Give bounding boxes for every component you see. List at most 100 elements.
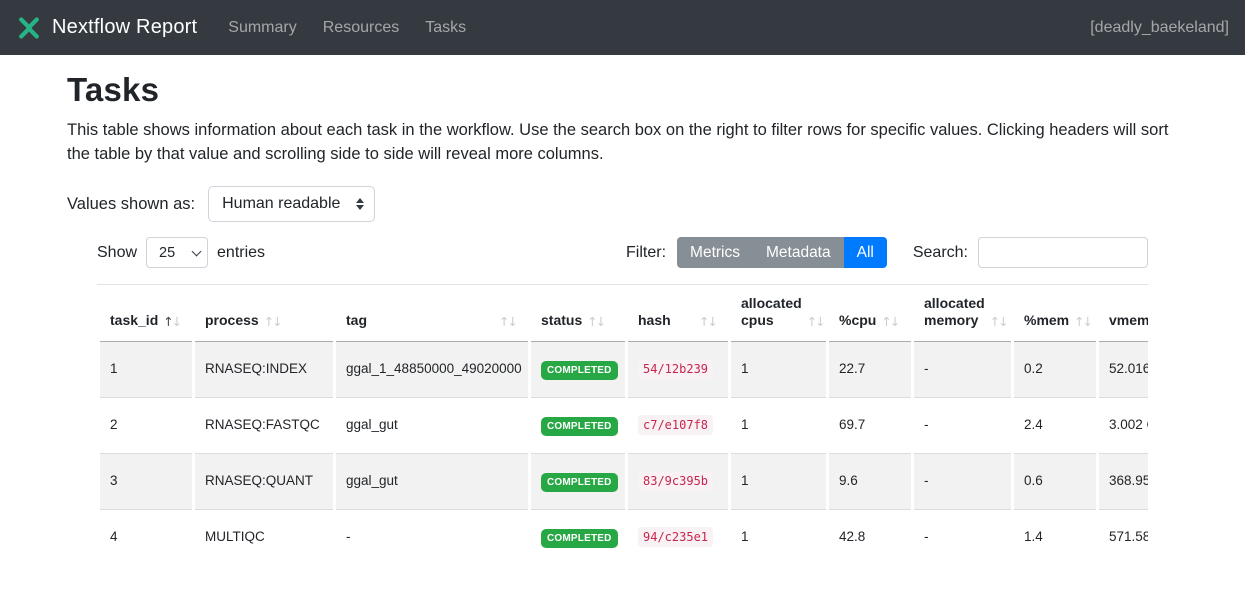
- top-navbar: Nextflow Report Summary Resources Tasks …: [0, 0, 1245, 55]
- column-header-hash[interactable]: hash↑↓: [628, 285, 728, 342]
- sort-icon: ↑↓: [163, 314, 182, 329]
- status-cell: COMPLETED: [531, 509, 625, 565]
- filter-label: Filter:: [626, 244, 666, 262]
- column-header-task-id[interactable]: task_id↑↓: [100, 285, 192, 342]
- allocated-memory-cell: -: [914, 342, 1011, 397]
- column-header-process[interactable]: process↑↓: [195, 285, 333, 342]
- hash-code: 94/c235e1: [638, 527, 713, 547]
- allocated-cpus-cell: 1: [731, 397, 826, 453]
- task-id-cell: 2: [100, 397, 192, 453]
- column-header-pct-mem[interactable]: %mem↑↓: [1014, 285, 1096, 342]
- page-length-control: Show 25 entries: [97, 237, 265, 268]
- process-cell: MULTIQC: [195, 509, 333, 565]
- hash-code: c7/e107f8: [638, 415, 713, 435]
- values-shown-row: Values shown as: Human readable: [67, 186, 1178, 222]
- status-cell: COMPLETED: [531, 453, 625, 509]
- pct-cpu-cell: 9.6: [829, 453, 911, 509]
- values-shown-value[interactable]: Human readable: [208, 186, 375, 222]
- column-header-tag[interactable]: tag↑↓: [336, 285, 528, 342]
- pct-mem-cell: 0.2: [1014, 342, 1096, 397]
- pct-mem-cell: 0.6: [1014, 453, 1096, 509]
- search-input[interactable]: [978, 237, 1148, 268]
- vmem-cell: 368.95 MB: [1099, 453, 1148, 509]
- nextflow-logo-icon: [16, 15, 42, 41]
- table-row: 4 MULTIQC - COMPLETED 94/c235e1 1 42.8 -…: [100, 509, 1148, 565]
- hash-code: 54/12b239: [638, 359, 713, 379]
- pct-cpu-cell: 69.7: [829, 397, 911, 453]
- pct-cpu-cell: 22.7: [829, 342, 911, 397]
- sort-icon: ↑↓: [990, 314, 1009, 329]
- hash-cell: 83/9c395b: [628, 453, 728, 509]
- allocated-memory-cell: -: [914, 397, 1011, 453]
- page-title: Tasks: [67, 71, 1178, 109]
- process-cell: RNASEQ:INDEX: [195, 342, 333, 397]
- process-cell: RNASEQ:QUANT: [195, 453, 333, 509]
- status-badge: COMPLETED: [541, 529, 618, 548]
- values-shown-label: Values shown as:: [67, 195, 195, 214]
- task-id-cell: 4: [100, 509, 192, 565]
- vmem-cell: 52.016 MB: [1099, 342, 1148, 397]
- task-id-cell: 1: [100, 342, 192, 397]
- show-label: Show: [97, 244, 137, 262]
- filter-button-group: Metrics Metadata All: [677, 237, 887, 268]
- allocated-cpus-cell: 1: [731, 453, 826, 509]
- status-cell: COMPLETED: [531, 397, 625, 453]
- tag-cell: ggal_1_48850000_49020000: [336, 342, 528, 397]
- tag-cell: ggal_gut: [336, 397, 528, 453]
- filter-metadata-button[interactable]: Metadata: [753, 237, 844, 268]
- sort-icon: ↑↓: [807, 314, 826, 329]
- allocated-memory-cell: -: [914, 509, 1011, 565]
- tag-cell: ggal_gut: [336, 453, 528, 509]
- nav-link-summary[interactable]: Summary: [215, 19, 309, 37]
- brand-title: Nextflow Report: [52, 16, 197, 39]
- hash-cell: 94/c235e1: [628, 509, 728, 565]
- sort-icon: ↑↓: [1074, 314, 1093, 329]
- vmem-cell: 3.002 GB: [1099, 397, 1148, 453]
- status-cell: COMPLETED: [531, 342, 625, 397]
- navbar-brand[interactable]: Nextflow Report: [16, 15, 197, 41]
- column-header-allocated-cpus[interactable]: allocated cpus↑↓: [731, 285, 826, 342]
- column-header-status[interactable]: status↑↓: [531, 285, 625, 342]
- allocated-memory-cell: -: [914, 453, 1011, 509]
- column-header-vmem[interactable]: vmem↑↓: [1099, 285, 1148, 342]
- table-scroll-container[interactable]: task_id↑↓ process↑↓ tag↑↓ status↑↓ hash↑…: [97, 284, 1148, 565]
- search-label: Search:: [913, 244, 968, 262]
- filter-metrics-button[interactable]: Metrics: [677, 237, 753, 268]
- entries-label: entries: [217, 244, 265, 262]
- entries-select[interactable]: 25: [146, 237, 208, 268]
- sort-icon: ↑↓: [587, 314, 606, 329]
- column-header-allocated-memory[interactable]: allocated memory↑↓: [914, 285, 1011, 342]
- entries-select-value[interactable]: 25: [146, 237, 208, 268]
- column-header-pct-cpu[interactable]: %cpu↑↓: [829, 285, 911, 342]
- table-row: 2 RNASEQ:FASTQC ggal_gut COMPLETED c7/e1…: [100, 397, 1148, 453]
- tasks-table: task_id↑↓ process↑↓ tag↑↓ status↑↓ hash↑…: [97, 285, 1148, 565]
- status-badge: COMPLETED: [541, 417, 618, 436]
- sort-icon: ↑↓: [699, 314, 718, 329]
- filter-all-button[interactable]: All: [844, 237, 887, 268]
- sort-icon: ↑↓: [264, 314, 283, 329]
- allocated-cpus-cell: 1: [731, 342, 826, 397]
- datatable-controls: Show 25 entries Filter: Metrics Metadata…: [97, 237, 1148, 268]
- table-header-row: task_id↑↓ process↑↓ tag↑↓ status↑↓ hash↑…: [100, 285, 1148, 342]
- status-badge: COMPLETED: [541, 473, 618, 492]
- sort-icon: ↑↓: [499, 314, 518, 329]
- vmem-cell: 571.58 MB: [1099, 509, 1148, 565]
- run-name-label: [deadly_baekeland]: [1090, 19, 1229, 37]
- status-badge: COMPLETED: [541, 361, 618, 380]
- task-id-cell: 3: [100, 453, 192, 509]
- pct-mem-cell: 1.4: [1014, 509, 1096, 565]
- page-description: This table shows information about each …: [67, 118, 1177, 166]
- hash-code: 83/9c395b: [638, 471, 713, 491]
- table-row: 3 RNASEQ:QUANT ggal_gut COMPLETED 83/9c3…: [100, 453, 1148, 509]
- tasks-datatable: Show 25 entries Filter: Metrics Metadata…: [97, 237, 1148, 565]
- tag-cell: -: [336, 509, 528, 565]
- hash-cell: c7/e107f8: [628, 397, 728, 453]
- nav-link-resources[interactable]: Resources: [310, 19, 412, 37]
- filter-search-controls: Filter: Metrics Metadata All Search:: [626, 237, 1148, 268]
- page-content: Tasks This table shows information about…: [0, 55, 1245, 565]
- pct-mem-cell: 2.4: [1014, 397, 1096, 453]
- navbar-links: Summary Resources Tasks: [215, 19, 479, 37]
- values-shown-select[interactable]: Human readable: [208, 186, 375, 222]
- process-cell: RNASEQ:FASTQC: [195, 397, 333, 453]
- nav-link-tasks[interactable]: Tasks: [412, 19, 479, 37]
